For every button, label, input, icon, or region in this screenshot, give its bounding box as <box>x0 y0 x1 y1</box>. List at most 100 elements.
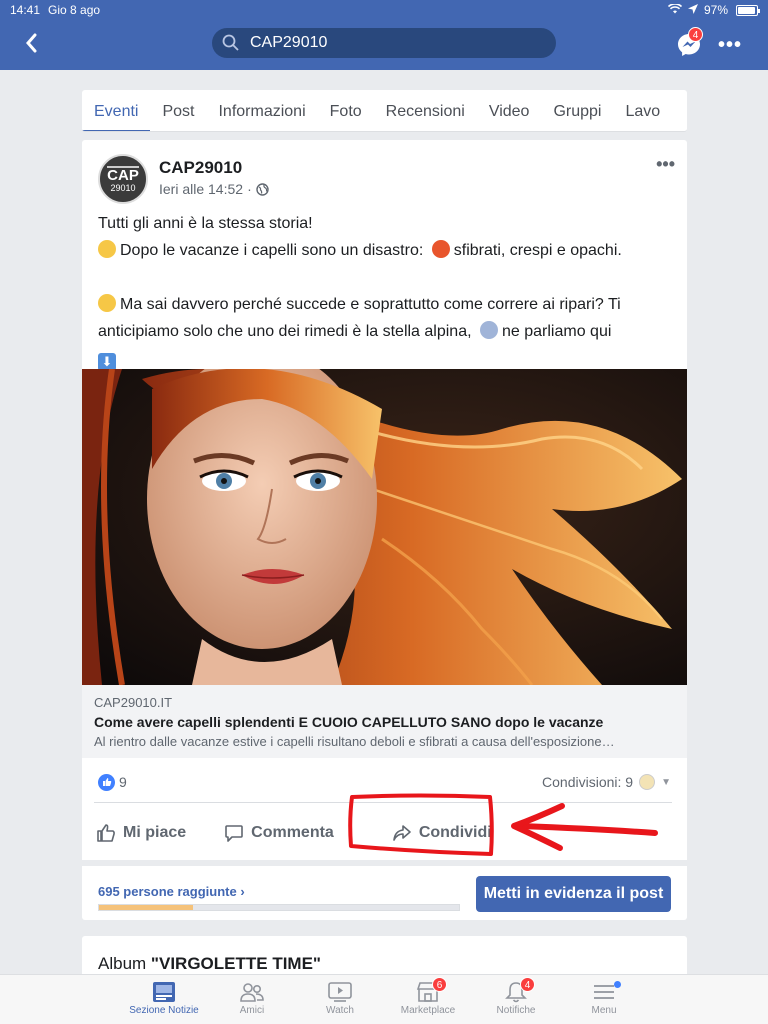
like-button[interactable]: Mi piace <box>96 823 186 843</box>
avatar-logo-number: 29010 <box>110 183 136 193</box>
messenger-button[interactable]: 4 <box>676 27 703 58</box>
top-nav-bar: 4 ••• <box>0 20 768 70</box>
angry-face-emoji-icon <box>431 240 450 258</box>
comment-label: Commenta <box>251 823 334 841</box>
search-icon <box>222 34 239 51</box>
link-preview[interactable]: CAP29010.IT Come avere capelli splendent… <box>82 685 687 758</box>
globe-icon <box>256 182 269 196</box>
status-bar: 14:41 Gio 8 ago 97% <box>0 0 768 20</box>
page-name[interactable]: CAP29010 <box>159 158 242 178</box>
avatar[interactable]: CAP 29010 <box>98 154 148 204</box>
back-button[interactable] <box>24 32 38 58</box>
avatar-logo-text: CAP <box>107 167 139 184</box>
battery-percent: 97% <box>703 3 728 17</box>
bottom-tab-bar: Sezione Notizie Amici Watch Marketplace … <box>0 974 768 1024</box>
tab-news-feed-label: Sezione Notizie <box>129 1005 199 1016</box>
tab-marketplace-label: Marketplace <box>400 1005 456 1016</box>
tab-menu[interactable]: Menu <box>560 975 648 1024</box>
chevron-right-icon: › <box>240 884 245 899</box>
reach-progress-bar <box>98 904 460 911</box>
post-options-button[interactable]: ••• <box>656 154 675 175</box>
menu-indicator-dot <box>614 981 621 988</box>
messenger-badge: 4 <box>688 27 703 42</box>
sleepy-face-emoji-icon <box>98 240 116 258</box>
share-arrow-icon <box>393 824 411 841</box>
tab-notifications[interactable]: Notifiche 4 <box>472 975 560 1024</box>
page-tabs: Eventi Post Informazioni Foto Recensioni… <box>82 90 687 132</box>
post-line-2a: Dopo le vacanze i capelli sono un disast… <box>120 242 424 259</box>
tab-notifications-label: Notifiche <box>496 1005 536 1016</box>
reach-text: 695 persone raggiunte <box>98 884 237 899</box>
post-photo[interactable] <box>82 369 687 685</box>
status-time: 14:41 <box>10 3 41 17</box>
shares-count: Condivisioni: 9 <box>542 774 634 790</box>
shares-summary[interactable]: Condivisioni: 9 ▼ <box>542 774 671 790</box>
link-description: Al rientro dalle vacanze estive i capell… <box>94 734 615 749</box>
separator-dot: · <box>247 181 252 197</box>
tab-recensioni[interactable]: Recensioni <box>374 90 477 131</box>
more-options-button[interactable]: ••• <box>718 34 742 57</box>
search-input[interactable] <box>250 34 530 52</box>
thinking-face-emoji-icon <box>98 294 116 312</box>
tab-video[interactable]: Video <box>477 90 542 131</box>
section-divider <box>82 860 687 866</box>
page-avatar-small-icon <box>639 774 656 790</box>
comment-button[interactable]: Commenta <box>224 823 334 843</box>
tab-post[interactable]: Post <box>150 90 206 131</box>
watch-icon <box>328 982 352 1002</box>
album-title: "VIRGOLETTE TIME" <box>150 954 321 973</box>
likes-count: 9 <box>119 774 127 790</box>
post-line-3b: ne parliamo qui <box>502 323 612 340</box>
battery-icon <box>736 4 760 16</box>
post-meta: Ieri alle 14:52 · <box>159 181 269 197</box>
wifi-icon <box>667 3 683 17</box>
tab-gruppi[interactable]: Gruppi <box>541 90 613 131</box>
tab-informazioni[interactable]: Informazioni <box>206 90 317 131</box>
share-button[interactable]: Condividi <box>392 823 492 843</box>
notifications-badge: 4 <box>520 977 535 992</box>
post-text: Tutti gli anni è la stessa storia! Dopo … <box>98 210 673 372</box>
link-title: Come avere capelli splendenti E CUOIO CA… <box>94 714 604 730</box>
friends-icon <box>240 983 264 1002</box>
tab-eventi[interactable]: Eventi <box>82 90 151 131</box>
status-date: Gio 8 ago <box>48 3 101 17</box>
tab-foto[interactable]: Foto <box>318 90 374 131</box>
reach-progress-fill <box>99 905 193 910</box>
post-line-2: Dopo le vacanze i capelli sono un disast… <box>98 237 673 264</box>
woman-red-hair-photo <box>82 369 687 685</box>
location-icon <box>687 3 698 17</box>
like-reaction-icon <box>98 773 115 791</box>
tab-news-feed[interactable]: Sezione Notizie <box>120 975 208 1024</box>
post-line-3: Ma sai davvero perché succede e soprattu… <box>98 291 673 345</box>
search-bar[interactable] <box>212 28 556 58</box>
link-domain: CAP29010.IT <box>94 695 173 710</box>
screaming-face-emoji-icon <box>480 321 498 339</box>
news-feed-icon <box>153 982 175 1002</box>
caret-down-icon: ▼ <box>661 776 671 788</box>
comment-icon <box>225 824 243 842</box>
tab-friends-label: Amici <box>239 1005 265 1016</box>
share-label: Condividi <box>418 823 492 841</box>
post-time[interactable]: Ieri alle 14:52 <box>159 181 243 197</box>
tab-marketplace[interactable]: Marketplace 6 <box>384 975 472 1024</box>
likes-summary[interactable]: 9 <box>98 773 127 791</box>
tab-lavoro[interactable]: Lavo <box>613 90 672 131</box>
post-line-4: ⬇ <box>98 345 673 372</box>
post-line-2b: sfibrati, crespi e opachi. <box>453 242 622 259</box>
post-card: CAP 29010 CAP29010 Ieri alle 14:52 · •••… <box>82 140 687 920</box>
tab-menu-label: Menu <box>591 1005 617 1016</box>
post-line-1: Tutti gli anni è la stessa storia! <box>98 215 313 232</box>
boost-post-button[interactable]: Metti in evidenza il post <box>476 876 671 912</box>
album-prefix: Album <box>98 954 151 973</box>
album-heading: Album "VIRGOLETTE TIME" <box>98 954 321 974</box>
chevron-left-icon <box>26 33 37 53</box>
like-label: Mi piace <box>123 823 187 841</box>
reach-link[interactable]: 695 persone raggiunte › <box>98 884 245 899</box>
marketplace-badge: 6 <box>432 977 447 992</box>
tab-watch[interactable]: Watch <box>296 975 384 1024</box>
post-actions: Mi piace Commenta Condividi <box>94 802 672 862</box>
post-stats: 9 Condivisioni: 9 ▼ <box>98 770 671 794</box>
tab-friends[interactable]: Amici <box>208 975 296 1024</box>
tab-watch-label: Watch <box>326 1005 354 1016</box>
